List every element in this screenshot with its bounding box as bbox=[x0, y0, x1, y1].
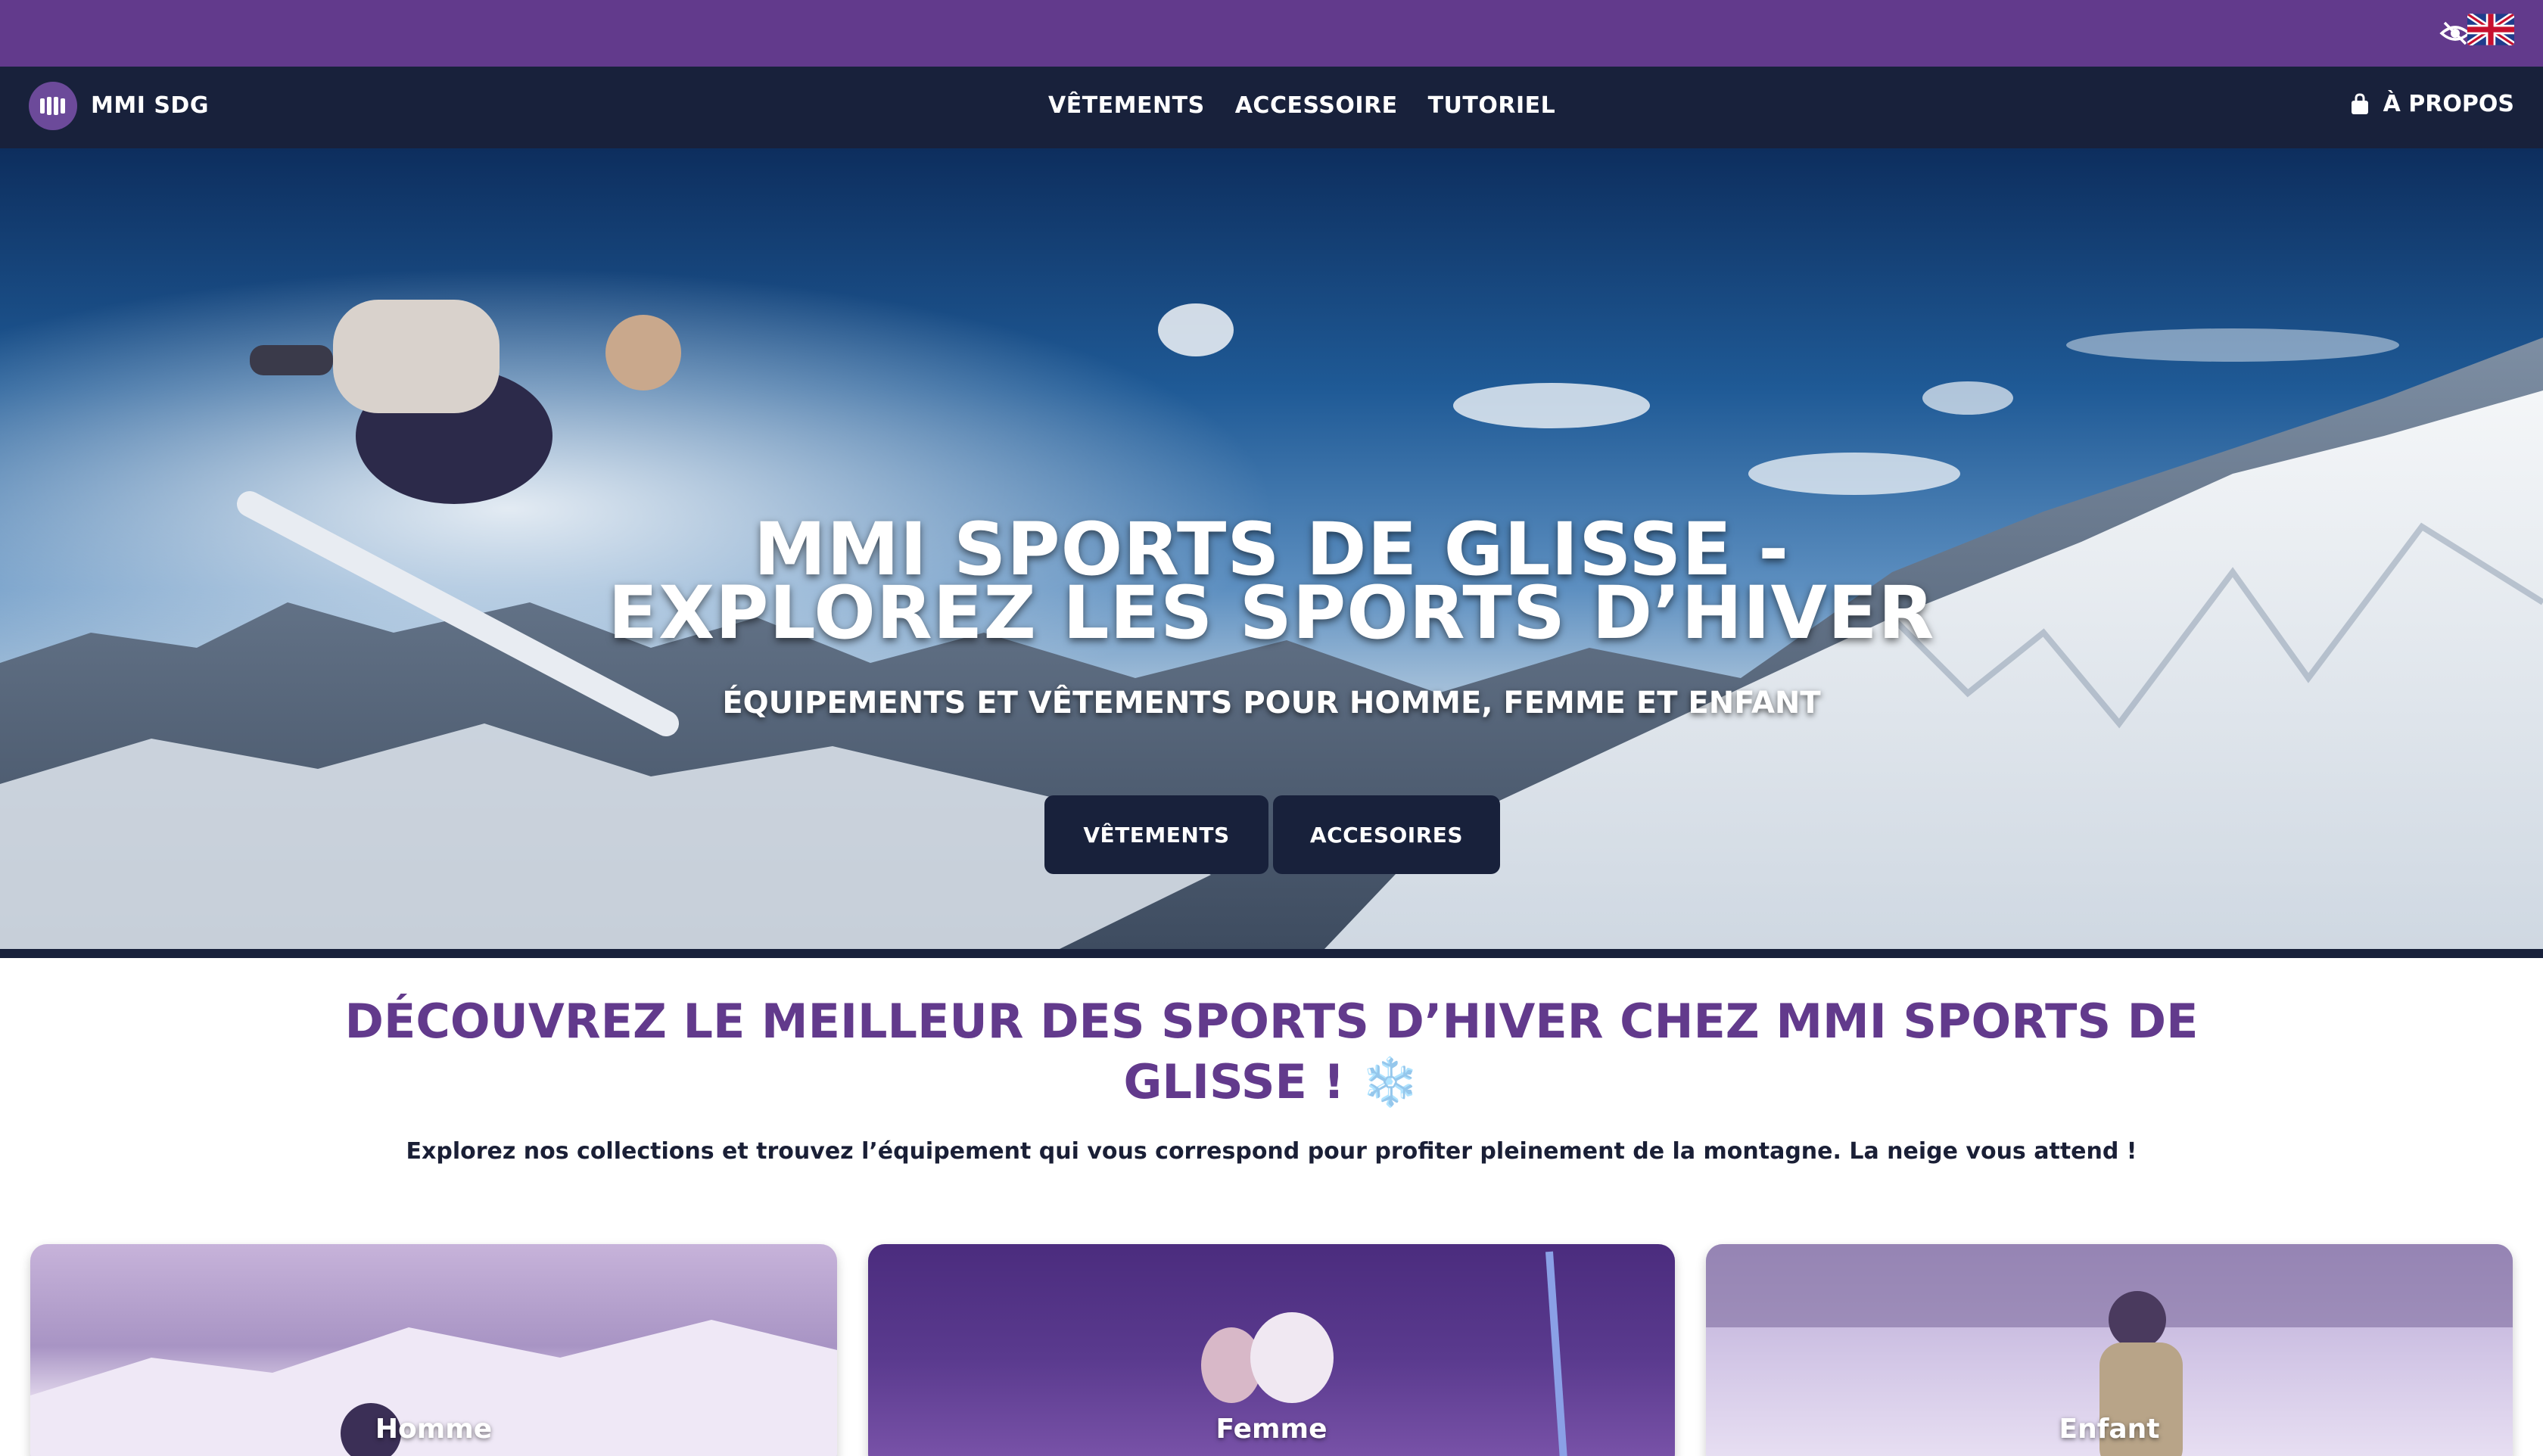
card-label-femme: Femme bbox=[1215, 1414, 1328, 1445]
hero-accesoires-button[interactable]: ACCESOIRES bbox=[1273, 795, 1500, 874]
hero-title: MMI SPORTS DE GLISSE - EXPLOREZ LES SPOR… bbox=[0, 513, 2543, 655]
nav-links: VÊTEMENTS ACCESSOIRE TUTORIEL bbox=[1048, 92, 1555, 119]
nav-link-a-propos[interactable]: À PROPOS bbox=[2350, 91, 2514, 117]
hero-title-line-2: EXPLOREZ LES SPORTS D’HIVER bbox=[608, 571, 1935, 655]
intro-heading: DÉCOUVREZ LE MEILLEUR DES SPORTS D’HIVER… bbox=[0, 991, 2543, 1112]
nav-link-vetements[interactable]: VÊTEMENTS bbox=[1048, 92, 1205, 119]
category-cards: Homme Femme Enfant bbox=[30, 1244, 2513, 1456]
category-card-femme[interactable]: Femme bbox=[868, 1244, 1675, 1456]
hero-subtitle: ÉQUIPEMENTS ET VÊTEMENTS POUR HOMME, FEM… bbox=[722, 686, 1821, 720]
snowflake-icon: ❄️ bbox=[1361, 1054, 1420, 1109]
category-card-enfant[interactable]: Enfant bbox=[1706, 1244, 2513, 1456]
top-utility-bar bbox=[0, 0, 2543, 67]
about-label: À PROPOS bbox=[2383, 91, 2514, 117]
hero-divider bbox=[0, 949, 2543, 958]
shopping-bag-icon bbox=[2351, 92, 2368, 114]
intro-heading-line-2-text: GLISSE ! bbox=[1123, 1054, 1345, 1109]
brand-name[interactable]: MMI SDG bbox=[91, 92, 209, 119]
intro-text: Explorez nos collections et trouvez l’éq… bbox=[406, 1138, 2137, 1165]
nav-link-tutoriel[interactable]: TUTORIEL bbox=[1428, 92, 1556, 119]
intro-heading-line-1: DÉCOUVREZ LE MEILLEUR DES SPORTS D’HIVER… bbox=[344, 994, 2199, 1049]
nav-link-accessoire[interactable]: ACCESSOIRE bbox=[1235, 92, 1398, 119]
hero-vetements-button[interactable]: VÊTEMENTS bbox=[1044, 795, 1268, 874]
hero-banner: MMI SPORTS DE GLISSE - EXPLOREZ LES SPOR… bbox=[0, 148, 2543, 949]
uk-flag-icon[interactable] bbox=[2467, 14, 2514, 45]
main-navigation: MMI SDG VÊTEMENTS ACCESSOIRE TUTORIEL À … bbox=[0, 67, 2543, 148]
card-label-homme: Homme bbox=[375, 1414, 493, 1445]
category-card-homme[interactable]: Homme bbox=[30, 1244, 837, 1456]
intro-heading-line-2: GLISSE ! ❄️ bbox=[0, 1052, 2543, 1112]
brand-logo[interactable] bbox=[29, 82, 77, 130]
hero-buttons: VÊTEMENTS ACCESOIRES bbox=[1044, 795, 1500, 874]
card-label-enfant: Enfant bbox=[2059, 1414, 2160, 1445]
ski-logo-icon bbox=[40, 97, 65, 115]
